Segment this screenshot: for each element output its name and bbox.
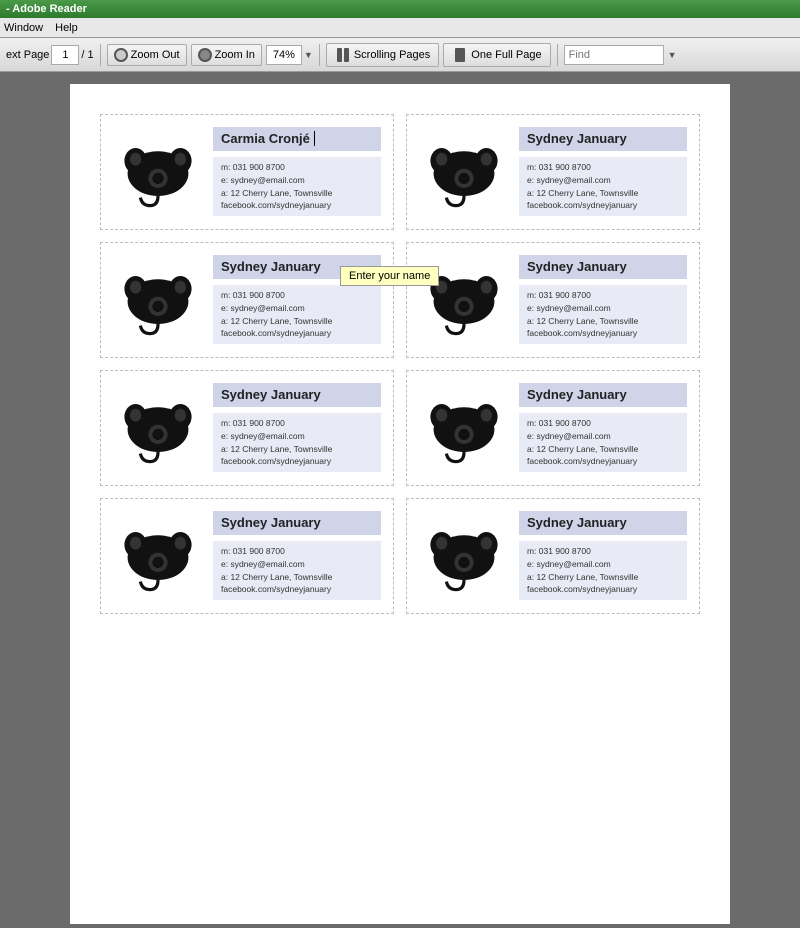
zoom-in-button[interactable]: Zoom In bbox=[191, 44, 262, 66]
scrolling-pages-label: Scrolling Pages bbox=[354, 49, 430, 61]
phone-icon bbox=[113, 383, 203, 473]
card-name-text[interactable]: Carmia Cronjé bbox=[221, 131, 315, 146]
find-input[interactable] bbox=[564, 45, 664, 65]
card-name-text: Sydney January bbox=[527, 387, 627, 402]
business-card: Sydney January m: 031 900 8700e: sydney@e… bbox=[406, 498, 700, 614]
zoom-in-label: Zoom In bbox=[215, 49, 255, 61]
text-cursor bbox=[310, 131, 315, 146]
one-full-page-button[interactable]: One Full Page bbox=[443, 43, 550, 67]
zoom-out-button[interactable]: Zoom Out bbox=[107, 44, 187, 66]
business-card: Sydney January m: 031 900 8700e: sydney@e… bbox=[406, 242, 700, 358]
card-name-area: Carmia Cronjé bbox=[213, 127, 381, 151]
menu-window[interactable]: Window bbox=[4, 22, 43, 34]
card-details: m: 031 900 8700e: sydney@email.coma: 12 … bbox=[213, 541, 381, 600]
card-content: Sydney January m: 031 900 8700e: sydney@e… bbox=[519, 511, 687, 600]
page-number-input[interactable] bbox=[51, 45, 79, 65]
find-dropdown-arrow[interactable]: ▼ bbox=[668, 50, 677, 60]
card-name-text: Sydney January bbox=[527, 259, 627, 274]
card-details: m: 031 900 8700e: sydney@email.coma: 12 … bbox=[213, 413, 381, 472]
card-name-text: Sydney January bbox=[527, 131, 627, 146]
zoom-value-group: ▼ bbox=[266, 45, 313, 65]
business-card: Carmia Cronjé m: 031 900 8700e: sydney@e… bbox=[100, 114, 394, 230]
prev-page-label: ext Page bbox=[6, 49, 49, 61]
menu-help[interactable]: Help bbox=[55, 22, 78, 34]
card-name-area: Sydney January bbox=[519, 511, 687, 535]
card-name-area: Sydney January bbox=[519, 127, 687, 151]
phone-icon bbox=[113, 511, 203, 601]
card-content: Sydney January m: 031 900 8700e: sydney@e… bbox=[213, 383, 381, 472]
page-nav: ext Page / 1 bbox=[6, 45, 94, 65]
card-details: m: 031 900 8700e: sydney@email.coma: 12 … bbox=[213, 285, 381, 344]
toolbar: ext Page / 1 Zoom Out Zoom In ▼ Scrollin… bbox=[0, 38, 800, 72]
scrolling-pages-button[interactable]: Scrolling Pages bbox=[326, 43, 439, 67]
sep3 bbox=[557, 44, 558, 66]
one-full-page-label: One Full Page bbox=[471, 49, 541, 61]
business-card: Sydney January m: 031 900 8700e: sydney@e… bbox=[406, 370, 700, 486]
card-details: m: 031 900 8700e: sydney@email.coma: 12 … bbox=[519, 157, 687, 216]
business-card: Sydney January m: 031 900 8700e: sydney@e… bbox=[100, 498, 394, 614]
card-details: m: 031 900 8700e: sydney@email.coma: 12 … bbox=[519, 413, 687, 472]
phone-icon bbox=[419, 127, 509, 217]
card-content: Sydney January m: 031 900 8700e: sydney@e… bbox=[519, 127, 687, 216]
zoom-dropdown-arrow[interactable]: ▼ bbox=[304, 50, 313, 60]
card-details: m: 031 900 8700e: sydney@email.coma: 12 … bbox=[519, 541, 687, 600]
zoom-input[interactable] bbox=[266, 45, 302, 65]
zoom-out-icon bbox=[114, 48, 128, 62]
zoom-out-label: Zoom Out bbox=[131, 49, 180, 61]
card-content: Sydney January m: 031 900 8700e: sydney@e… bbox=[519, 255, 687, 344]
phone-icon bbox=[113, 255, 203, 345]
sep1 bbox=[100, 44, 101, 66]
zoom-in-icon bbox=[198, 48, 212, 62]
card-name-text: Sydney January bbox=[527, 515, 627, 530]
main-area: Enter your name Carmia Cronjé m: 031 900… bbox=[0, 72, 800, 928]
business-card: Sydney January m: 031 900 8700e: sydney@e… bbox=[100, 242, 394, 358]
business-card: Sydney January m: 031 900 8700e: sydney@e… bbox=[406, 114, 700, 230]
name-tooltip: Enter your name bbox=[340, 266, 439, 286]
menu-bar: Window Help bbox=[0, 18, 800, 38]
title-bar: - Adobe Reader bbox=[0, 0, 800, 18]
title-bar-text: - Adobe Reader bbox=[6, 3, 87, 15]
card-name-area: Sydney January bbox=[213, 383, 381, 407]
phone-icon bbox=[113, 127, 203, 217]
one-full-page-icon bbox=[452, 47, 468, 63]
sep2 bbox=[319, 44, 320, 66]
phone-icon bbox=[419, 511, 509, 601]
card-name-area: Sydney January bbox=[213, 511, 381, 535]
card-content: Carmia Cronjé m: 031 900 8700e: sydney@e… bbox=[213, 127, 381, 216]
card-name-text: Sydney January bbox=[221, 387, 321, 402]
card-details: m: 031 900 8700e: sydney@email.coma: 12 … bbox=[519, 285, 687, 344]
card-name-text: Sydney January bbox=[221, 259, 321, 274]
card-content: Sydney January m: 031 900 8700e: sydney@e… bbox=[213, 511, 381, 600]
card-name-area: Sydney January bbox=[519, 383, 687, 407]
business-card: Sydney January m: 031 900 8700e: sydney@e… bbox=[100, 370, 394, 486]
card-details: m: 031 900 8700e: sydney@email.coma: 12 … bbox=[213, 157, 381, 216]
card-name-area: Sydney January bbox=[519, 255, 687, 279]
page-separator: / 1 bbox=[81, 49, 93, 61]
card-content: Sydney January m: 031 900 8700e: sydney@e… bbox=[519, 383, 687, 472]
scrolling-pages-icon bbox=[335, 47, 351, 63]
phone-icon bbox=[419, 383, 509, 473]
pdf-page: Enter your name Carmia Cronjé m: 031 900… bbox=[70, 84, 730, 924]
card-name-text: Sydney January bbox=[221, 515, 321, 530]
card-grid: Carmia Cronjé m: 031 900 8700e: sydney@e… bbox=[90, 104, 710, 624]
